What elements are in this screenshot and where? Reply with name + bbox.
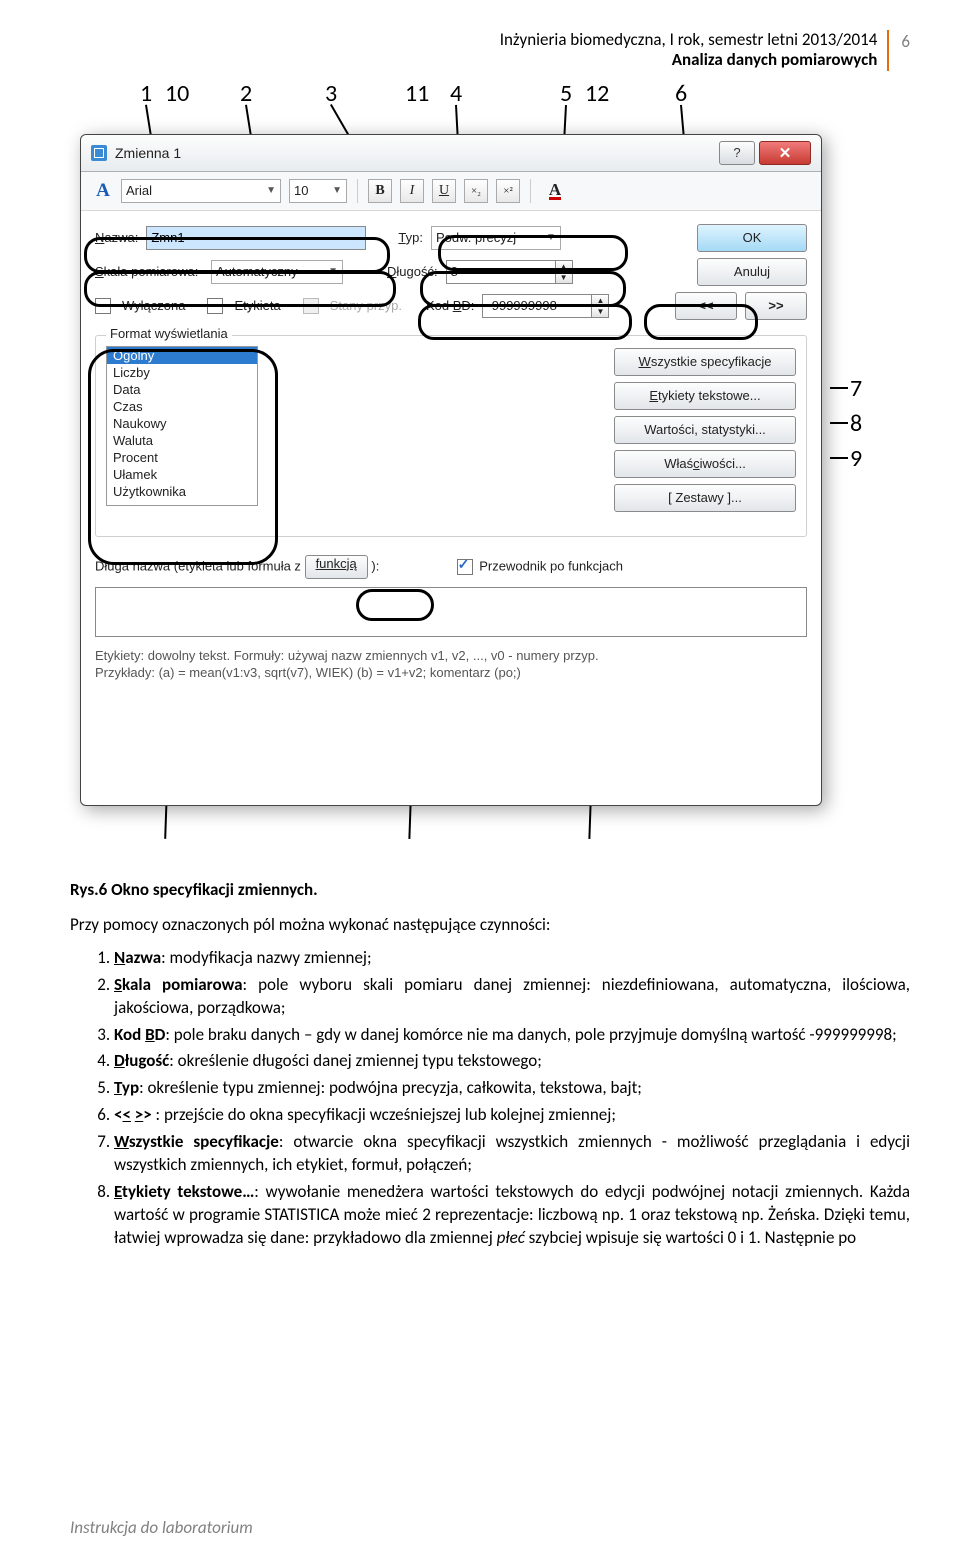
bold-button[interactable]: B — [368, 179, 392, 203]
font-family-combo[interactable]: Arial▼ — [121, 179, 281, 203]
prev-var-button[interactable]: << — [675, 292, 737, 320]
format-listbox[interactable]: Ogólny Liczby Data Czas Naukowy Waluta P… — [106, 346, 258, 506]
list-item: Typ: określenie typu zmiennej: podwójna … — [114, 1077, 910, 1100]
annot-11: 11 — [405, 79, 429, 108]
font-dialog-icon[interactable]: A — [93, 180, 113, 202]
annot-8: 8 — [850, 409, 862, 438]
dialog-icon — [91, 145, 107, 161]
name-input[interactable]: Zmn1 — [146, 226, 366, 250]
close-button[interactable]: ✕ — [759, 141, 811, 165]
list-item: Wszystkie specyfikacje: otwarcie okna sp… — [114, 1131, 910, 1177]
values-stats-button[interactable]: Wartości, statystyki... — [614, 416, 796, 444]
long-name-textarea[interactable] — [95, 587, 807, 637]
ok-button[interactable]: OK — [697, 224, 807, 252]
length-spinner[interactable]: 8 ▲▼ — [446, 260, 573, 284]
type-label: Typ: — [398, 230, 423, 245]
page-number: 6 — [889, 30, 910, 52]
font-color-button[interactable]: A — [541, 182, 569, 200]
case-states-checkbox — [303, 298, 319, 314]
annot-1: 1 — [140, 79, 152, 108]
list-item: Etykiety tekstowe…: wywołanie menedżera … — [114, 1181, 910, 1250]
long-name-label: Długa nazwa (etykieta lub formuła z — [95, 558, 301, 573]
properties-button[interactable]: Właściwości... — [614, 450, 796, 478]
italic-button[interactable]: I — [400, 179, 424, 203]
sets-button[interactable]: [ Zestawy ]... — [614, 484, 796, 512]
format-group-title: Format wyświetlania — [106, 326, 232, 341]
disabled-checkbox[interactable] — [95, 298, 111, 314]
dialog-title: Zmienna 1 — [115, 145, 181, 161]
md-spinner[interactable]: -999999998 ▲▼ — [482, 294, 609, 318]
scale-combo[interactable]: Automatyczny▼ — [211, 260, 343, 284]
font-size-combo[interactable]: 10▼ — [289, 179, 347, 203]
type-combo[interactable]: Podw. precyzj▼ — [431, 226, 561, 250]
intro-text: Przy pomocy oznaczonych pól można wykona… — [70, 914, 910, 937]
annot-12: 12 — [585, 79, 609, 108]
list-item: Długość: określenie długości danej zmien… — [114, 1050, 910, 1073]
length-label: Długość: — [387, 264, 438, 279]
help-button[interactable]: ? — [719, 141, 755, 165]
page-footer: Instrukcja do laboratorium — [70, 1517, 253, 1538]
list-item: Kod BD: pole braku danych – gdy w danej … — [114, 1024, 910, 1047]
superscript-button[interactable]: ×² — [496, 179, 520, 203]
function-guide-checkbox[interactable] — [457, 559, 473, 575]
variable-spec-dialog: Zmienna 1 ? ✕ A Arial▼ 10▼ B I U ×₂ ×² A — [80, 134, 822, 806]
annot-6: 6 — [675, 79, 687, 108]
next-var-button[interactable]: >> — [745, 292, 807, 320]
scale-label: Skala pomiarowa: — [95, 264, 203, 279]
list-item: Nazwa: modyfikacja nazwy zmiennej; — [114, 947, 910, 970]
description-list: Nazwa: modyfikacja nazwy zmiennej; Skala… — [70, 947, 910, 1250]
list-item: << >> : przejście do okna specyfikacji w… — [114, 1104, 910, 1127]
figure-caption: Rys.6 Okno specyfikacji zmiennych. — [70, 879, 910, 900]
annot-10: 10 — [165, 79, 189, 108]
annot-7: 7 — [850, 374, 862, 403]
annot-5: 5 — [560, 79, 572, 108]
underline-button[interactable]: U — [432, 179, 456, 203]
label-checkbox[interactable] — [207, 298, 223, 314]
all-specs-button[interactable]: Wszystkie specyfikacje — [614, 348, 796, 376]
page-header: Inżynieria biomedyczna, I rok, semestr l… — [500, 30, 890, 71]
subscript-button[interactable]: ×₂ — [464, 179, 488, 203]
annot-9: 9 — [850, 444, 862, 473]
annot-2: 2 — [240, 79, 252, 108]
cancel-button[interactable]: Anuluj — [697, 258, 807, 286]
text-labels-button[interactable]: Etykiety tekstowe... — [614, 382, 796, 410]
function-button[interactable]: funkcją — [305, 555, 368, 579]
figure: 1 2 3 4 5 6 10 11 12 7 8 9 Zmienn — [50, 79, 930, 869]
formula-hint: Etykiety: dowolny tekst. Formuły: używaj… — [95, 647, 807, 682]
list-item: Skala pomiarowa: pole wyboru skali pomia… — [114, 974, 910, 1020]
name-label: Nazwa: — [95, 230, 138, 245]
annot-4: 4 — [450, 79, 462, 108]
md-label: Kod BD: — [426, 298, 474, 313]
